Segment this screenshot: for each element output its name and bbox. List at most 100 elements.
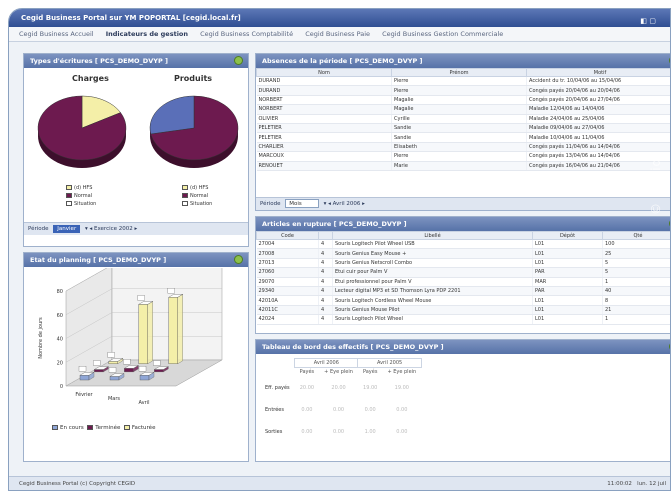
panel-dashboard-header: Tableau de bord des effectifs [ PCS_DEMO… — [256, 340, 670, 354]
dashboard-table: Avril 2006 Avril 2005 Payés + Eye plein … — [260, 358, 422, 443]
bar-value-tag — [108, 367, 117, 373]
nav-item-accueil[interactable]: Cegid Business Accueil — [19, 30, 94, 38]
table-row[interactable]: 29340 4 Lecteur digital MP3 et SD Thomson … — [256, 286, 670, 297]
table-row[interactable]: 27004 4 Souris Logitech Pilot Wheel USB L01… — [256, 239, 670, 250]
legend-label: Situation — [190, 201, 213, 207]
pie-slice — [149, 95, 195, 135]
next-arrow-icon[interactable]: ▸ — [362, 201, 365, 207]
nav-item-indicateurs[interactable]: Indicateurs de gestion — [106, 30, 188, 38]
column-header-nom[interactable]: Nom — [256, 68, 392, 77]
prev-arrow-icon[interactable]: ◂ — [328, 201, 331, 207]
cell-nom: DURAND — [256, 76, 392, 87]
nav-item-paie[interactable]: Cegid Business Paie — [305, 30, 370, 38]
nav-item-comptabilite[interactable]: Cegid Business Comptabilité — [200, 30, 293, 38]
filter-label: Période — [260, 201, 281, 207]
panel-absences-title: Absences de la période [ PCS_DEMO_DVYP ] — [262, 57, 423, 65]
dash-subcol: Payés — [362, 369, 378, 376]
table-row[interactable]: 27008 4 Souris Genius Easy Mouse + L01 25 — [256, 248, 670, 259]
bar-value-tag — [78, 366, 87, 372]
cell-code: 42010A — [256, 295, 319, 306]
dashboard-row: Entrées 0.00 0.00 0.00 0.00 — [260, 399, 421, 421]
period-type-select[interactable]: Mois — [285, 199, 319, 208]
x-category-label: Mars — [108, 396, 120, 402]
prev-arrow-icon[interactable]: ◂ — [89, 226, 92, 232]
articles-table: Code Libellé Dépôt Qté 27004 4 Souris Logi… — [256, 231, 670, 325]
panel-absences: Absences de la période [ PCS_DEMO_DVYP ]… — [255, 53, 670, 211]
pie-produits — [149, 95, 239, 168]
cell-nom: NORBERT — [256, 95, 392, 106]
column-header-qte[interactable]: Qté — [602, 231, 670, 240]
bar-value-tag — [138, 366, 147, 372]
panel-settings-icon[interactable] — [234, 255, 243, 264]
cell-code: 27060 — [256, 267, 319, 278]
cell-depot: L01 — [532, 248, 603, 259]
panel-types-header: Types d'écritures [ PCS_DEMO_DVYP ] — [24, 54, 248, 68]
cell-motif: Congés payés 20/04/06 au 20/04/06 — [526, 85, 670, 96]
table-row[interactable]: PELETIER Sandie Maladie 10/04/06 au 11/04/… — [256, 132, 670, 143]
table-row[interactable]: 27060 4 Etui cuir pour Palm V PAR 5 — [256, 267, 670, 278]
legend-label: (d) HFS — [190, 185, 209, 191]
cell-nom: DURAND — [256, 85, 392, 96]
bar-front — [138, 304, 148, 364]
table-row[interactable]: 42024 4 Souris Logitech Pilot Wheel L01 1 — [256, 314, 670, 325]
cell-depot: L01 — [532, 258, 603, 269]
table-row[interactable]: 42010A 4 Souris Logitech Cordless Wheel Mo… — [256, 295, 670, 306]
dashboard-value: 0.00 — [396, 406, 408, 413]
next-arrow-icon[interactable]: ▸ — [135, 226, 138, 232]
status-time: 11:00:02 — [607, 481, 632, 487]
status-date: lun. 12 juil — [637, 481, 666, 487]
table-row[interactable]: 29070 4 Etui professionnel pour Palm V MAR 1 — [256, 277, 670, 287]
column-header-type[interactable] — [318, 231, 333, 240]
absences-table: Nom Prénom Motif DURAND Pierre Accident du… — [256, 68, 670, 171]
cell-motif: Maladie 12/04/06 au 14/04/06 — [526, 104, 670, 115]
bar-value-tag — [153, 360, 161, 366]
cell-type: 4 — [318, 314, 333, 325]
cell-libelle: Etui professionnel pour Palm V — [332, 277, 533, 287]
dashboard-value: 19.00 — [363, 384, 378, 391]
nav-item-gestion-commerciale[interactable]: Cegid Business Gestion Commerciale — [382, 30, 503, 38]
cell-prenom: Marie — [391, 161, 527, 171]
dashboard-value: 0.00 — [301, 428, 313, 435]
absences-filter-bar: Période Mois ▾ ◂ Avril 2006 ▸ — [256, 197, 670, 210]
table-row[interactable]: DURAND Pierre Congés payés 20/04/06 au 20/… — [256, 85, 670, 96]
panel-settings-icon[interactable] — [234, 56, 243, 65]
cell-type: 4 — [318, 258, 333, 269]
period-select[interactable]: Janvier — [53, 224, 81, 233]
cell-code: 27013 — [256, 258, 319, 269]
bar-front — [108, 361, 118, 364]
articles-body: 27004 4 Souris Logitech Pilot Wheel USB L01… — [256, 239, 670, 325]
cell-motif: Congés payés 11/04/06 au 14/04/06 — [526, 142, 670, 153]
status-copyright: Cegid Business Portal (c) Copyright CEGI… — [19, 481, 136, 487]
cell-qte: 1 — [602, 314, 670, 325]
panel-planning-header: Etat du planning [ PCS_DEMO_DVYP ] — [24, 253, 248, 267]
table-row[interactable]: PELETIER Sandie Maladie 09/04/06 au 27/04/… — [256, 123, 670, 134]
cell-qte: 100 — [602, 239, 670, 250]
cell-depot: L01 — [532, 314, 603, 325]
table-row[interactable]: OLIVIER Cyrille Maladie 24/04/06 au 25/04/… — [256, 114, 670, 124]
column-header-libelle[interactable]: Libellé — [332, 231, 533, 240]
legend-label: Normal — [190, 193, 209, 199]
cell-nom: OLIVIER — [256, 114, 392, 124]
column-header-code[interactable]: Code — [256, 231, 319, 240]
dashboard-value: 0.00 — [396, 428, 408, 435]
cell-type: 4 — [318, 248, 333, 259]
table-row[interactable]: CHARLIER Elisabeth Congés payés 11/04/06 a… — [256, 142, 670, 153]
table-row[interactable]: 42011C 4 Souris Genius Mouse Pilot L01 21 — [256, 305, 670, 316]
legend-produits: (d) HFS Normal Situation — [182, 184, 212, 208]
column-header-motif[interactable]: Motif — [526, 68, 670, 77]
table-row[interactable]: 27013 4 Souris Genius Netscroll Combo L01 5 — [256, 258, 670, 269]
table-row[interactable]: RENOUET Marie Congés payés 16/04/06 au 21/… — [256, 161, 670, 171]
table-row[interactable]: MARCOUX Pierre Congés payés 13/04/06 au 14… — [256, 151, 670, 162]
cell-depot: MAR — [532, 277, 603, 287]
dashboard-value: 0.00 — [332, 428, 345, 435]
column-header-prenom[interactable]: Prénom — [391, 68, 527, 77]
table-row[interactable]: NORBERT Magalie Maladie 12/04/06 au 14/04/… — [256, 104, 670, 115]
dropdown-icon[interactable]: ▾ — [324, 201, 327, 207]
column-header-depot[interactable]: Dépôt — [532, 231, 603, 240]
table-row[interactable]: NORBERT Magalie Congés payés 20/04/06 au 2… — [256, 95, 670, 106]
dashboard-row: Eff. payés 20.00 20.00 19.00 19.00 — [260, 377, 421, 399]
dropdown-icon[interactable]: ▾ — [85, 226, 88, 232]
cell-type: 4 — [318, 239, 333, 250]
table-row[interactable]: DURAND Pierre Accident du tr. 10/04/06 au … — [256, 76, 670, 87]
dashboard-body: Eff. payés 20.00 20.00 19.00 19.00 Entrées 0.0… — [260, 377, 421, 443]
